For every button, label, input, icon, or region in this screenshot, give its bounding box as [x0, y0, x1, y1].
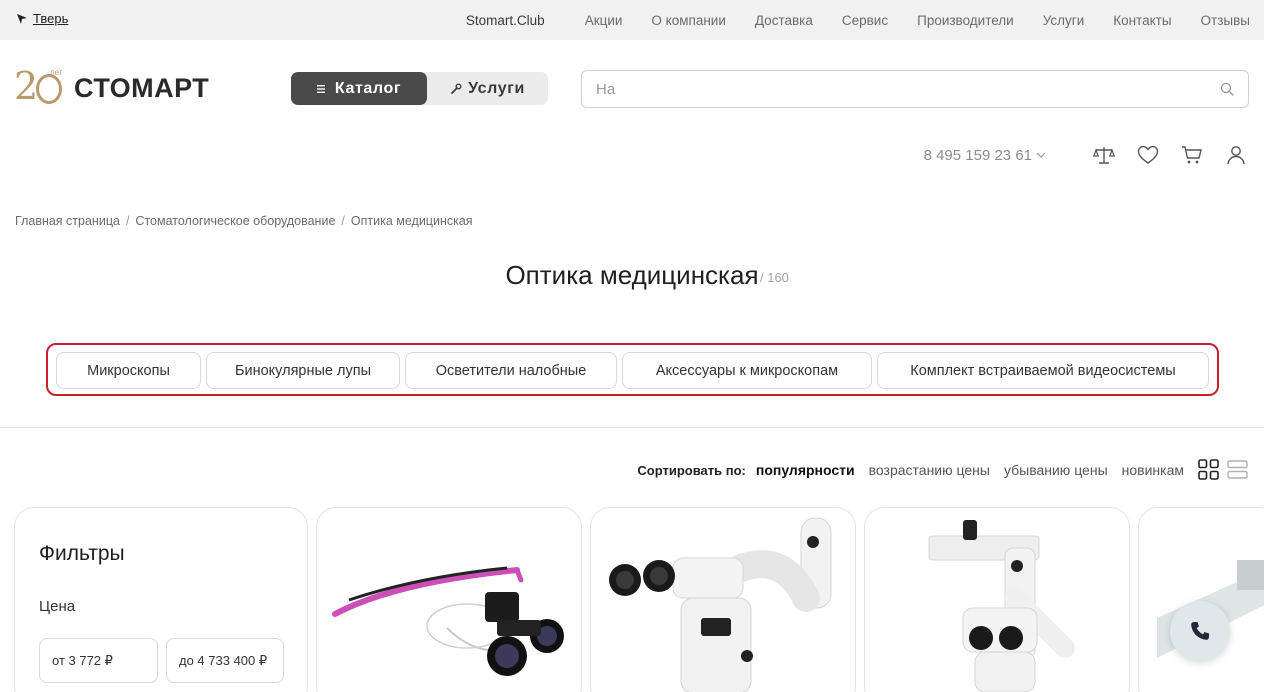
sort-bar: Сортировать по: популярности возрастанию… — [637, 462, 1184, 478]
top-nav: Stomart.Club Акции О компании Доставка С… — [466, 0, 1250, 40]
breadcrumb-dental-equipment[interactable]: Стоматологическое оборудование — [135, 214, 335, 228]
sort-price-desc[interactable]: убыванию цены — [1004, 462, 1108, 478]
grid-view-icon[interactable] — [1198, 459, 1219, 480]
product-card[interactable] — [316, 507, 582, 692]
cart-icon[interactable] — [1180, 143, 1204, 167]
filters-panel: Фильтры Цена от 3 772 ₽ до 4 733 400 ₽ — [14, 507, 308, 692]
top-nav-services[interactable]: Услуги — [1043, 13, 1085, 28]
breadcrumb-current: Оптика медицинская — [350, 214, 473, 228]
call-button[interactable] — [1170, 601, 1230, 661]
logo[interactable]: 2 лет СТОМАРТ — [14, 64, 210, 108]
top-nav-delivery[interactable]: Доставка — [755, 13, 813, 28]
logo-20-years-mark: 2 лет — [14, 64, 63, 108]
wrench-icon — [451, 83, 462, 94]
phone-dropdown[interactable]: 8 495 159 23 61 — [924, 147, 1046, 164]
chip-video-system-kit[interactable]: Комплект встраиваемой видеосистемы — [877, 352, 1209, 389]
city-label[interactable]: Тверь — [33, 11, 68, 26]
top-nav-reviews[interactable]: Отзывы — [1201, 13, 1250, 28]
search-bar — [581, 70, 1249, 108]
sort-popularity[interactable]: популярности — [756, 462, 855, 478]
top-nav-contacts[interactable]: Контакты — [1113, 13, 1171, 28]
search-input[interactable] — [596, 79, 1196, 99]
price-to-input[interactable]: до 4 733 400 ₽ — [166, 638, 284, 683]
top-nav-service[interactable]: Сервис — [842, 13, 888, 28]
header-actions: 8 495 159 23 61 — [924, 143, 1248, 167]
sort-newest[interactable]: новинкам — [1122, 462, 1184, 478]
catalog-services-switch: Каталог Услуги — [291, 72, 548, 105]
breadcrumb-separator: / — [341, 214, 345, 228]
favorites-heart-icon[interactable] — [1136, 143, 1160, 167]
page-title: Оптика медицинская — [505, 260, 759, 290]
subcategory-chips: Микроскопы Бинокулярные лупы Осветители … — [46, 343, 1219, 396]
section-divider — [0, 427, 1264, 428]
top-nav-manufacturers[interactable]: Производители — [917, 13, 1014, 28]
top-nav-about[interactable]: О компании — [651, 13, 725, 28]
top-nav-stomart-club[interactable]: Stomart.Club — [466, 13, 545, 28]
logo-years-text: лет — [50, 68, 63, 77]
breadcrumb-home[interactable]: Главная страница — [15, 214, 120, 228]
logo-text: СТОМАРТ — [74, 72, 210, 103]
price-from-input[interactable]: от 3 772 ₽ — [39, 638, 158, 683]
chip-microscope-accessories[interactable]: Аксессуары к микроскопам — [622, 352, 872, 389]
account-user-icon[interactable] — [1224, 143, 1248, 167]
top-bar: Тверь Stomart.Club Акции О компании Дост… — [0, 0, 1264, 40]
chevron-down-icon — [1036, 152, 1046, 158]
chip-headlights[interactable]: Осветители налобные — [405, 352, 617, 389]
price-filter-label: Цена — [39, 598, 76, 615]
dental-microscope-image — [1157, 560, 1264, 658]
phone-number: 8 495 159 23 61 — [923, 146, 1032, 164]
top-nav-promotions[interactable]: Акции — [585, 13, 623, 28]
dental-microscope-image — [928, 520, 1075, 692]
filters-title: Фильтры — [39, 542, 125, 565]
view-toggle — [1198, 459, 1248, 480]
catalog-button[interactable]: Каталог — [291, 72, 427, 105]
dental-microscope-image — [609, 517, 832, 692]
services-button-label: Услуги — [468, 79, 525, 97]
product-count: / 160 — [760, 270, 789, 285]
product-card[interactable] — [590, 507, 856, 692]
search-icon[interactable] — [1220, 82, 1234, 96]
services-button[interactable]: Услуги — [427, 72, 548, 105]
binocular-loupes-image — [332, 566, 564, 676]
city-selector[interactable]: Тверь — [16, 11, 68, 26]
breadcrumb: Главная страница / Стоматологическое обо… — [15, 214, 473, 228]
menu-icon — [316, 84, 325, 93]
chip-binocular-loupes[interactable]: Бинокулярные лупы — [206, 352, 400, 389]
catalog-button-label: Каталог — [334, 79, 402, 97]
phone-icon — [1191, 622, 1209, 640]
page-heading: Оптика медицинская / 160 — [0, 260, 1264, 291]
sort-label: Сортировать по: — [637, 462, 746, 478]
compare-icon[interactable] — [1092, 143, 1116, 167]
location-arrow-icon — [17, 13, 27, 24]
product-card[interactable] — [1138, 507, 1264, 692]
list-view-icon[interactable] — [1227, 459, 1248, 480]
product-card[interactable] — [864, 507, 1130, 692]
chip-microscopes[interactable]: Микроскопы — [56, 352, 201, 389]
sort-price-asc[interactable]: возрастанию цены — [869, 462, 990, 478]
breadcrumb-separator: / — [125, 214, 130, 228]
